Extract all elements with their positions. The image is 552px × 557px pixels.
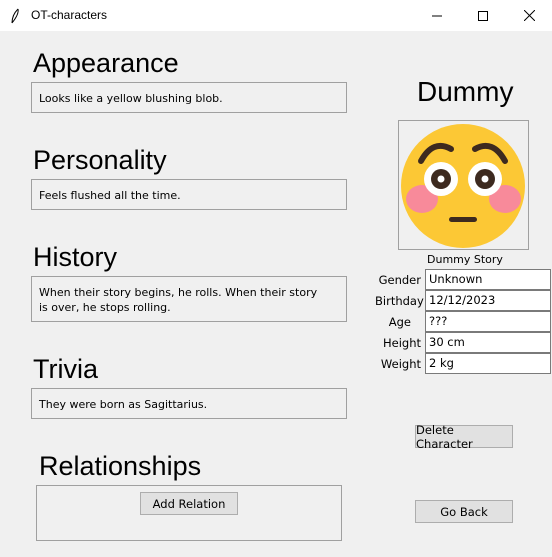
trivia-text: They were born as Sagittarius. <box>31 388 347 419</box>
app-window: OT-characters Appearance Looks like a ye… <box>0 0 552 557</box>
gender-label: Gender <box>378 273 421 287</box>
minimize-icon <box>432 15 442 16</box>
appearance-heading: Appearance <box>33 48 179 78</box>
personality-text: Feels flushed all the time. <box>31 179 347 210</box>
appearance-text-value: Looks like a yellow blushing blob. <box>39 92 223 105</box>
age-field[interactable]: ??? <box>425 311 551 332</box>
flushed-face-icon <box>401 124 525 248</box>
character-name: Dummy <box>417 76 514 107</box>
trivia-text-value: They were born as Sagittarius. <box>39 398 208 411</box>
personality-text-value: Feels flushed all the time. <box>39 189 181 202</box>
trivia-heading: Trivia <box>33 354 98 384</box>
window-title: OT-characters <box>31 8 108 22</box>
gender-field[interactable]: Unknown <box>425 269 551 290</box>
history-text: When their story begins, he rolls. When … <box>31 276 347 322</box>
minimize-button[interactable] <box>414 0 460 31</box>
birthday-label: Birthday <box>375 294 424 308</box>
birthday-field[interactable]: 12/12/2023 <box>425 290 551 311</box>
delete-character-button[interactable]: Delete Character <box>415 423 513 451</box>
maximize-icon <box>478 10 488 21</box>
title-bar: OT-characters <box>0 0 552 31</box>
history-text-line2: is over, he stops rolling. <box>39 301 171 314</box>
maximize-button[interactable] <box>460 0 506 31</box>
relationships-heading: Relationships <box>39 451 202 481</box>
add-relation-button[interactable]: Add Relation <box>140 492 238 515</box>
height-label: Height <box>382 336 421 350</box>
feather-icon <box>11 8 19 24</box>
height-field[interactable]: 30 cm <box>425 332 551 353</box>
weight-label: Weight <box>380 357 421 371</box>
history-text-line1: When their story begins, he rolls. When … <box>39 286 318 299</box>
close-button[interactable] <box>506 0 552 31</box>
weight-field[interactable]: 2 kg <box>425 353 551 374</box>
history-heading: History <box>33 242 118 272</box>
close-icon <box>523 10 535 21</box>
story-label: Dummy Story <box>427 253 503 266</box>
character-portrait <box>398 120 529 250</box>
age-label: Age <box>388 315 411 329</box>
appearance-text: Looks like a yellow blushing blob. <box>31 82 347 113</box>
personality-heading: Personality <box>33 145 167 175</box>
go-back-button[interactable]: Go Back <box>415 500 513 523</box>
